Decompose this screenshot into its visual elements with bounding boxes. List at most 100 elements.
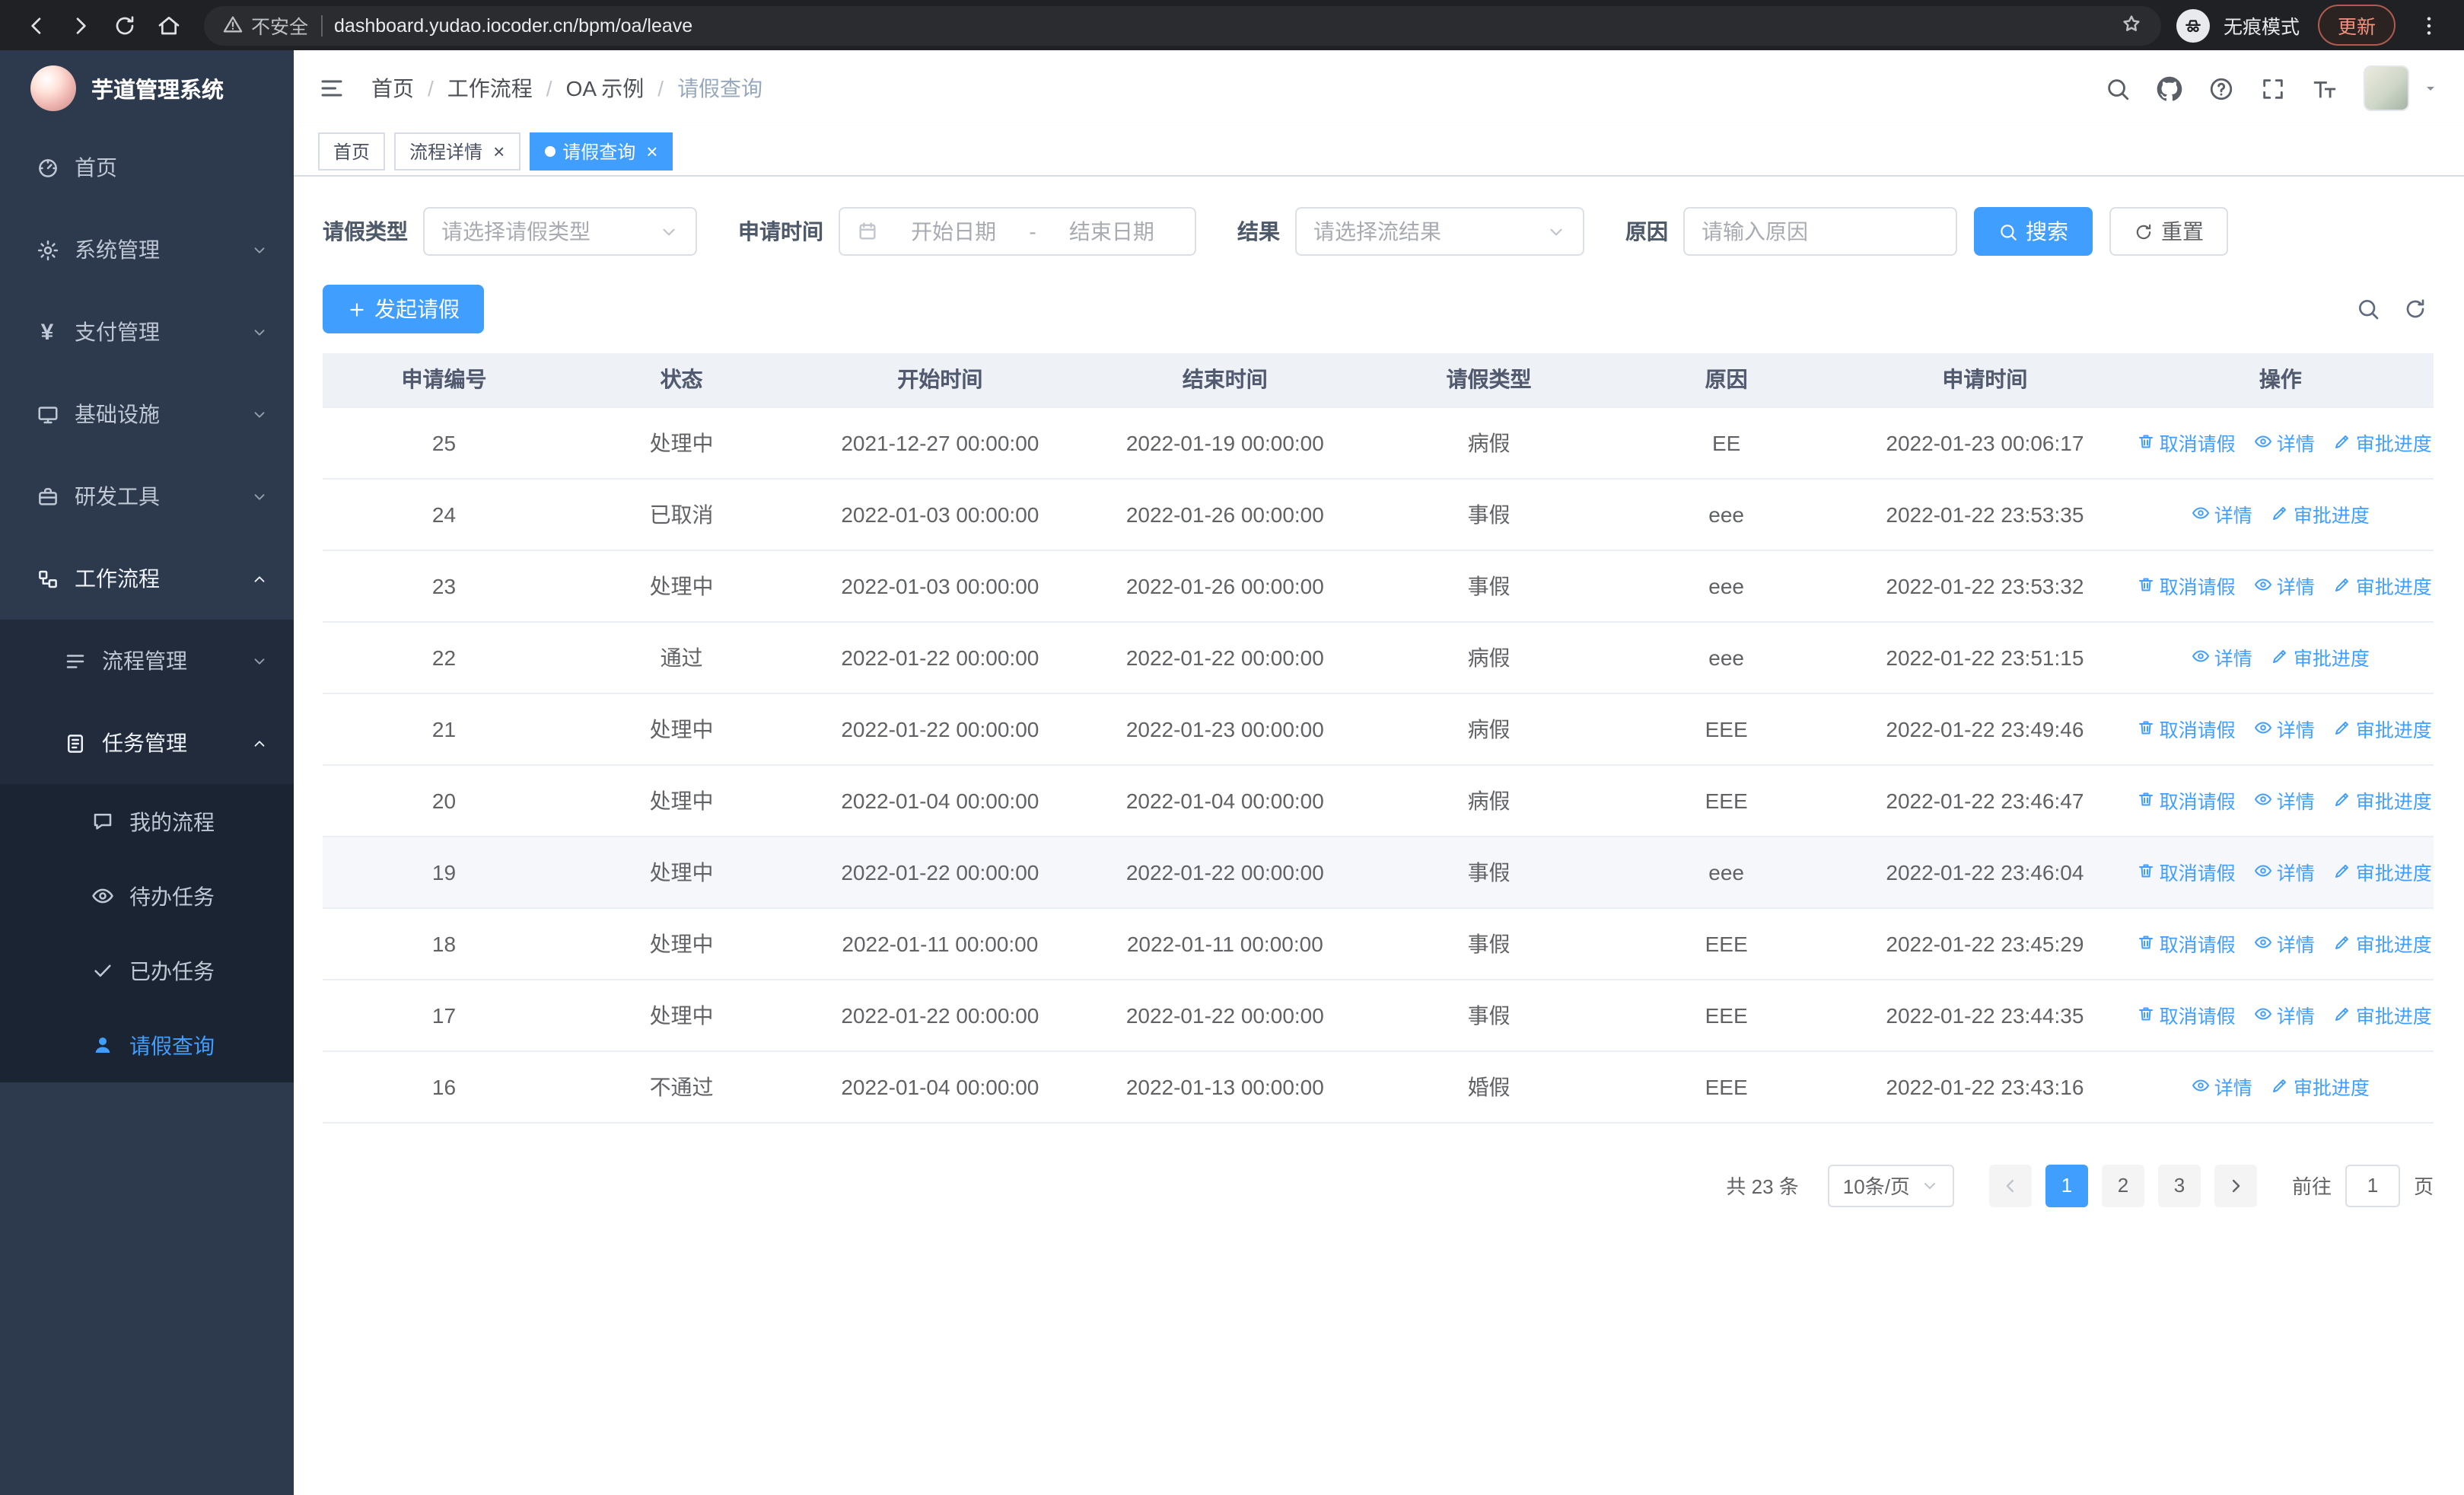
table-row[interactable]: 23 处理中 2022-01-03 00:00:00 2022-01-26 00:00… <box>323 550 2434 622</box>
back-icon[interactable] <box>15 5 56 46</box>
user-avatar[interactable] <box>2364 65 2409 111</box>
action-progress-link[interactable]: 审批进度 <box>2271 642 2370 671</box>
sidebar-item[interactable]: 任务管理 <box>0 702 294 784</box>
table-row[interactable]: 19 处理中 2022-01-22 00:00:00 2022-01-22 00:00… <box>323 836 2434 908</box>
sidebar-item[interactable]: 系统管理 <box>0 209 294 291</box>
action-detail-link[interactable]: 详情 <box>2254 714 2315 743</box>
tab[interactable]: 流程详情 × <box>394 132 520 170</box>
end-time-cell: 2022-01-22 00:00:00 <box>1082 836 1368 908</box>
search-button[interactable]: 搜索 <box>1974 207 2093 256</box>
address-bar[interactable]: 不安全 dashboard.yudao.iocoder.cn/bpm/oa/le… <box>204 5 2161 45</box>
browser-menu-icon[interactable] <box>2408 5 2449 46</box>
sidebar-item[interactable]: 待办任务 <box>0 859 294 933</box>
home-icon[interactable] <box>148 5 189 46</box>
toggle-search-icon[interactable] <box>2356 297 2380 321</box>
action-progress-link[interactable]: 审批进度 <box>2333 428 2432 457</box>
sidebar-item[interactable]: 基础设施 <box>0 373 294 455</box>
action-cancel-link[interactable]: 取消请假 <box>2137 786 2236 814</box>
tab[interactable]: 首页 <box>318 132 386 170</box>
url-text[interactable]: dashboard.yudao.iocoder.cn/bpm/oa/leave <box>334 14 2108 36</box>
forward-icon[interactable] <box>59 5 100 46</box>
action-cancel-link[interactable]: 取消请假 <box>2137 428 2236 457</box>
action-detail-link[interactable]: 详情 <box>2254 428 2315 457</box>
apply-time-range-picker[interactable]: 开始日期 - 结束日期 <box>839 207 1196 256</box>
action-cancel-link[interactable]: 取消请假 <box>2137 1000 2236 1029</box>
table-row[interactable]: 24 已取消 2022-01-03 00:00:00 2022-01-26 00:00… <box>323 478 2434 550</box>
help-icon[interactable] <box>2208 75 2234 101</box>
logo-avatar <box>30 65 76 111</box>
search-icon[interactable] <box>2105 75 2131 101</box>
sidebar-item[interactable]: 我的流程 <box>0 784 294 859</box>
page-button-2[interactable]: 2 <box>2101 1164 2144 1207</box>
prev-page-button[interactable] <box>1988 1164 2032 1207</box>
page-size-select[interactable]: 10条/页 <box>1827 1164 1954 1207</box>
sidebar-item[interactable]: 请假查询 <box>0 1008 294 1082</box>
result-select[interactable]: 请选择流结果 <box>1295 207 1584 256</box>
next-page-button[interactable] <box>2214 1164 2257 1207</box>
table-row[interactable]: 25 处理中 2021-12-27 00:00:00 2022-01-19 00:00… <box>323 406 2434 479</box>
tab[interactable]: 请假查询 × <box>529 132 673 170</box>
reload-icon[interactable] <box>103 5 145 46</box>
security-indicator[interactable]: 不安全 <box>222 11 308 40</box>
action-cancel-link[interactable]: 取消请假 <box>2137 929 2236 958</box>
chevron-down-icon <box>1921 1174 1939 1197</box>
action-detail-link[interactable]: 详情 <box>2192 642 2252 671</box>
sidebar-item[interactable]: 首页 <box>0 126 294 209</box>
sidebar-item[interactable]: ¥ 支付管理 <box>0 291 294 373</box>
action-cancel-link[interactable]: 取消请假 <box>2137 714 2236 743</box>
breadcrumb-item[interactable]: 首页 <box>371 73 414 104</box>
goto-page-input[interactable] <box>2345 1164 2400 1207</box>
sidebar-item[interactable]: 工作流程 <box>0 537 294 620</box>
breadcrumb-item[interactable]: OA 示例 <box>566 73 645 104</box>
update-button[interactable]: 更新 <box>2317 5 2396 46</box>
action-progress-link[interactable]: 审批进度 <box>2333 786 2432 814</box>
action-progress-link[interactable]: 审批进度 <box>2333 571 2432 600</box>
leave-type-select[interactable]: 请选择请假类型 <box>423 207 697 256</box>
sidebar-item[interactable]: 研发工具 <box>0 455 294 537</box>
action-progress-link[interactable]: 审批进度 <box>2333 929 2432 958</box>
eye-icon <box>2254 432 2272 453</box>
action-detail-link[interactable]: 详情 <box>2254 1000 2315 1029</box>
reason-input[interactable] <box>1683 207 1957 256</box>
page-button-1[interactable]: 1 <box>2045 1164 2088 1207</box>
table-row[interactable]: 18 处理中 2022-01-11 00:00:00 2022-01-11 00:00… <box>323 907 2434 980</box>
action-cancel-link[interactable]: 取消请假 <box>2137 571 2236 600</box>
page-button-3[interactable]: 3 <box>2157 1164 2201 1207</box>
page-size-label: 10条/页 <box>1842 1175 1910 1198</box>
close-icon[interactable]: × <box>646 141 657 161</box>
table-row[interactable]: 21 处理中 2022-01-22 00:00:00 2022-01-23 00:00… <box>323 693 2434 765</box>
reason-cell: EEE <box>1610 907 1843 980</box>
action-detail-link[interactable]: 详情 <box>2254 786 2315 814</box>
app-logo[interactable]: 芋道管理系统 <box>0 50 294 126</box>
fullscreen-icon[interactable] <box>2260 75 2286 101</box>
action-detail-link[interactable]: 详情 <box>2254 857 2315 886</box>
action-detail-link[interactable]: 详情 <box>2254 929 2315 958</box>
refresh-table-icon[interactable] <box>2403 297 2427 321</box>
action-cancel-link[interactable]: 取消请假 <box>2137 857 2236 886</box>
table-row[interactable]: 17 处理中 2022-01-22 00:00:00 2022-01-22 00:00… <box>323 979 2434 1051</box>
sidebar-item[interactable]: 已办任务 <box>0 933 294 1008</box>
action-detail-link[interactable]: 详情 <box>2192 499 2252 528</box>
caret-down-icon[interactable] <box>2421 79 2440 97</box>
github-icon[interactable] <box>2157 75 2182 101</box>
action-detail-link[interactable]: 详情 <box>2192 1072 2252 1101</box>
sidebar-item[interactable]: 流程管理 <box>0 620 294 702</box>
breadcrumb-item[interactable]: 工作流程 <box>447 73 533 104</box>
action-progress-link[interactable]: 审批进度 <box>2333 1000 2432 1029</box>
action-progress-link[interactable]: 审批进度 <box>2271 1072 2370 1101</box>
reset-button[interactable]: 重置 <box>2109 207 2228 256</box>
table-header-row: 申请编号 状态 开始时间 结束时间 请假类型 原因 申请时间 操作 <box>323 353 2434 407</box>
create-leave-button[interactable]: 发起请假 <box>323 285 484 333</box>
apply-time-cell: 2022-01-22 23:49:46 <box>1842 693 2128 765</box>
font-size-icon[interactable] <box>2312 75 2338 101</box>
table-row[interactable]: 20 处理中 2022-01-04 00:00:00 2022-01-04 00:00… <box>323 764 2434 837</box>
menu-fold-icon[interactable] <box>318 75 345 102</box>
action-progress-link[interactable]: 审批进度 <box>2333 714 2432 743</box>
close-icon[interactable]: × <box>493 141 505 161</box>
table-row[interactable]: 22 通过 2022-01-22 00:00:00 2022-01-22 00:00:… <box>323 621 2434 693</box>
bookmark-star-icon[interactable] <box>2120 12 2143 38</box>
action-progress-link[interactable]: 审批进度 <box>2333 857 2432 886</box>
table-row[interactable]: 16 不通过 2022-01-04 00:00:00 2022-01-13 00:00… <box>323 1050 2434 1123</box>
action-progress-link[interactable]: 审批进度 <box>2271 499 2370 528</box>
action-detail-link[interactable]: 详情 <box>2254 571 2315 600</box>
